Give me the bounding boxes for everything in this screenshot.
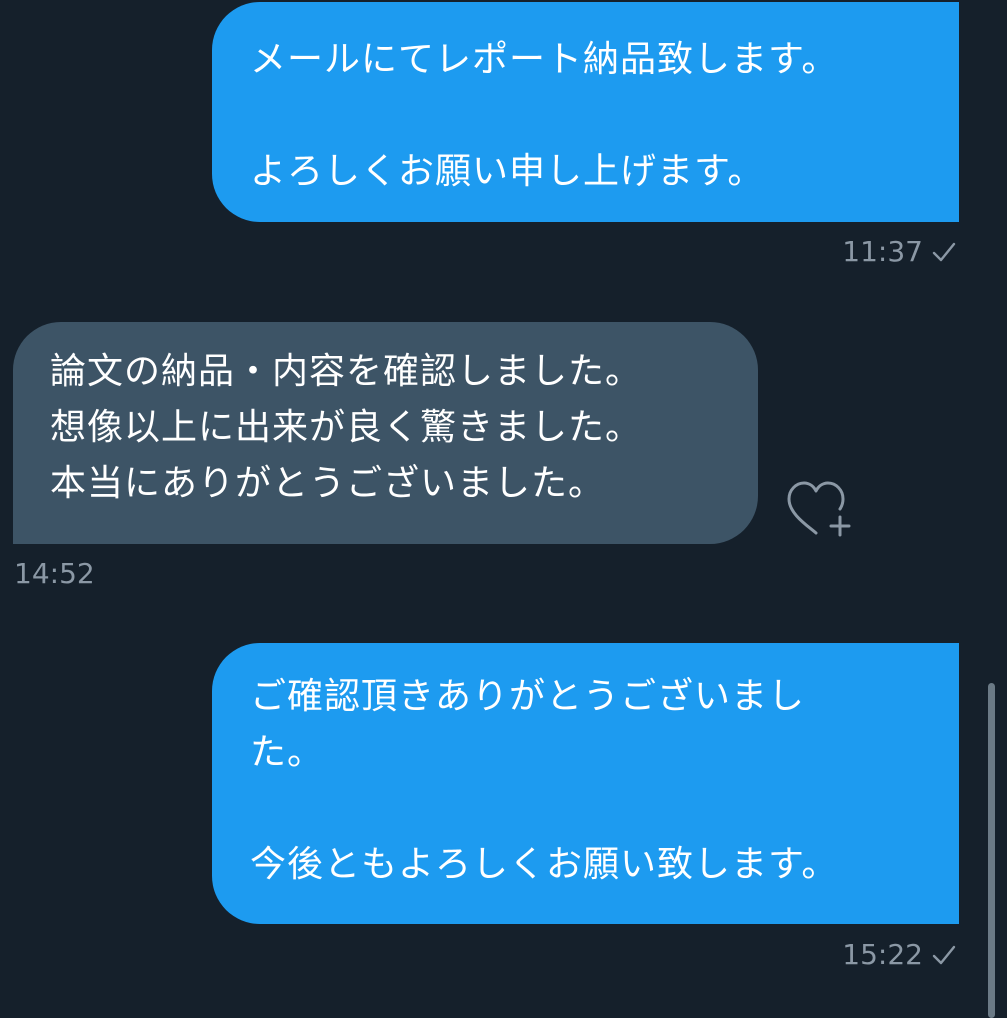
message-timestamp: 14:52: [14, 557, 95, 590]
message-meta: 14:52: [14, 557, 95, 591]
sent-message-bubble[interactable]: メールにてレポート納品致します。 よろしくお願い申し上げます。: [212, 2, 959, 222]
message-timestamp: 15:22: [842, 938, 923, 971]
message-timestamp: 11:37: [842, 235, 923, 268]
received-message-bubble[interactable]: 論文の納品・内容を確認しました。 想像以上に出来が良く驚きました。 本当にありが…: [13, 322, 758, 544]
sent-message-bubble[interactable]: ご確認頂きありがとうございまし た。 今後ともよろしくお願い致します。: [212, 643, 959, 924]
heart-add-icon[interactable]: [784, 477, 854, 541]
scrollbar[interactable]: [988, 683, 995, 1018]
check-icon: [931, 943, 957, 967]
message-meta: 11:37: [842, 235, 957, 269]
check-icon: [931, 240, 957, 264]
message-meta: 15:22: [842, 938, 957, 972]
